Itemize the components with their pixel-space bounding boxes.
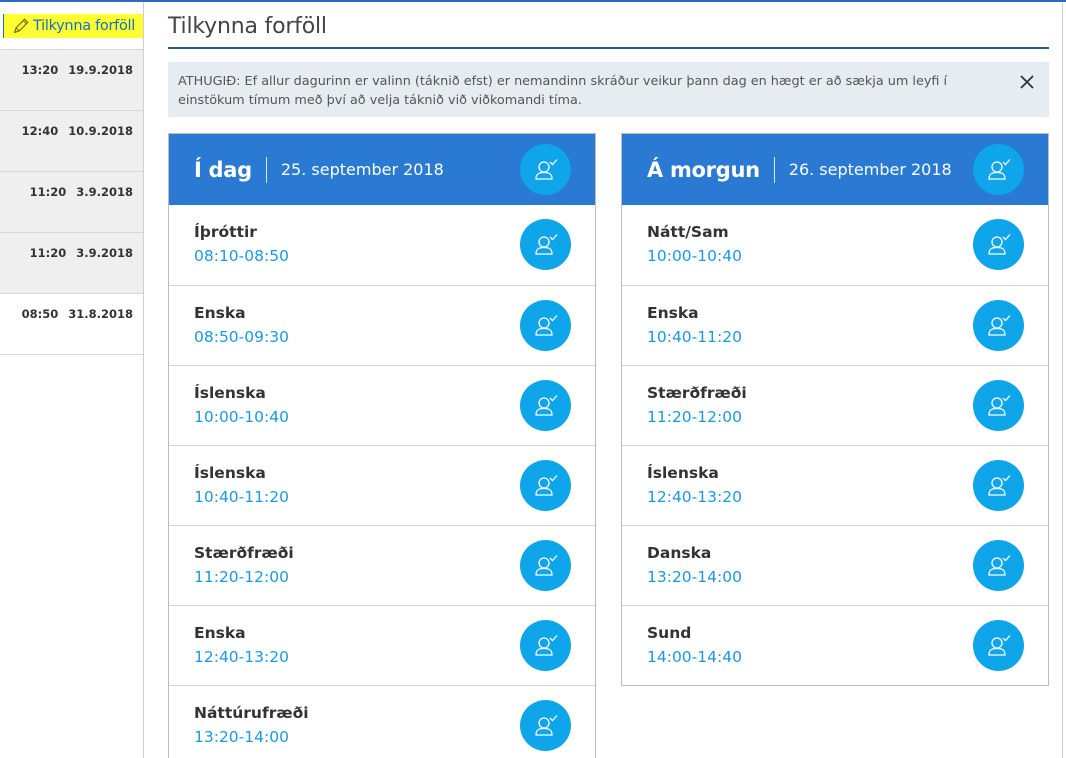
lesson-row: Enska 08:50-09:30: [169, 285, 595, 365]
report-absence-label: Tilkynna forföll: [33, 18, 135, 34]
tomorrow-panel: Á morgun 26. september 2018 Nátt/Sam 10:…: [621, 133, 1049, 686]
history-time: 11:20: [29, 185, 67, 199]
user-check-icon: [987, 554, 1010, 576]
history-date: 19.9.2018: [68, 63, 133, 77]
history-time: 08:50: [21, 307, 59, 321]
lesson-row: Íslenska 12:40-13:20: [622, 445, 1048, 525]
history-item[interactable]: 11:20 3.9.2018: [0, 233, 143, 294]
user-check-icon: [987, 634, 1010, 656]
select-lesson-button[interactable]: [520, 620, 571, 671]
lesson-row: Sund 14:00-14:40: [622, 605, 1048, 685]
page: Tilkynna forföll 13:20 19.9.2018 12:40 10.…: [0, 0, 1066, 758]
select-lesson-button[interactable]: [973, 540, 1024, 591]
lesson-row: Enska 12:40-13:20: [169, 605, 595, 685]
today-day-label: Í dag: [194, 157, 252, 182]
header-separator: [265, 156, 267, 183]
select-lesson-button[interactable]: [520, 700, 571, 751]
right-border: [1062, 2, 1063, 758]
lesson-row: Stærðfræði 11:20-12:00: [622, 365, 1048, 445]
tomorrow-day-label: Á morgun: [647, 157, 760, 182]
lesson-row: Íþróttir 08:10-08:50: [169, 205, 595, 285]
user-check-icon: [987, 394, 1010, 416]
select-whole-day-button[interactable]: [973, 144, 1024, 195]
history-date: 3.9.2018: [76, 246, 133, 260]
header-separator: [773, 156, 775, 183]
lesson-row: Enska 10:40-11:20: [622, 285, 1048, 365]
lesson-row: Náttúrufræði 13:20-14:00: [169, 685, 595, 758]
history-date: 31.8.2018: [68, 307, 133, 321]
user-check-icon: [534, 714, 557, 736]
user-check-icon: [534, 158, 557, 180]
history-item[interactable]: 08:50 31.8.2018: [0, 294, 143, 355]
user-check-icon: [534, 474, 557, 496]
lesson-row: Stærðfræði 11:20-12:00: [169, 525, 595, 605]
sidebar: Tilkynna forföll 13:20 19.9.2018 12:40 10.…: [0, 2, 144, 758]
history-item[interactable]: 13:20 19.9.2018: [0, 50, 143, 111]
lesson-row: Nátt/Sam 10:00-10:40: [622, 205, 1048, 285]
pencil-icon: [13, 18, 29, 34]
user-check-icon: [534, 554, 557, 576]
tomorrow-date: 26. september 2018: [788, 160, 952, 179]
history-date: 10.9.2018: [68, 124, 133, 138]
user-check-icon: [987, 314, 1010, 336]
user-check-icon: [987, 233, 1010, 255]
user-check-icon: [534, 634, 557, 656]
user-check-icon: [987, 158, 1010, 180]
select-lesson-button[interactable]: [520, 460, 571, 511]
history-item[interactable]: 11:20 3.9.2018: [0, 172, 143, 233]
user-check-icon: [534, 233, 557, 255]
select-lesson-button[interactable]: [973, 380, 1024, 431]
notice-box: ATHUGIÐ: Ef allur dagurinn er valinn (tá…: [168, 62, 1049, 117]
user-check-icon: [534, 394, 557, 416]
select-lesson-button[interactable]: [973, 620, 1024, 671]
select-lesson-button[interactable]: [973, 460, 1024, 511]
today-panel: Í dag 25. september 2018 Íþróttir 08:10-…: [168, 133, 596, 758]
select-lesson-button[interactable]: [520, 380, 571, 431]
notice-text: ATHUGIÐ: Ef allur dagurinn er valinn (tá…: [178, 74, 948, 108]
select-lesson-button[interactable]: [520, 540, 571, 591]
history-date: 3.9.2018: [76, 185, 133, 199]
today-date: 25. september 2018: [280, 160, 444, 179]
select-lesson-button[interactable]: [973, 300, 1024, 351]
history-time: 12:40: [21, 124, 59, 138]
title-divider: [168, 47, 1049, 49]
page-title: Tilkynna forföll: [168, 14, 327, 39]
history-item[interactable]: 12:40 10.9.2018: [0, 111, 143, 172]
user-check-icon: [987, 474, 1010, 496]
history-time: 13:20: [21, 63, 59, 77]
lesson-row: Danska 13:20-14:00: [622, 525, 1048, 605]
report-absence-link[interactable]: Tilkynna forföll: [3, 14, 143, 38]
user-check-icon: [534, 314, 557, 336]
today-header: Í dag 25. september 2018: [169, 134, 595, 205]
history-time: 11:20: [29, 246, 67, 260]
select-lesson-button[interactable]: [520, 300, 571, 351]
tomorrow-header: Á morgun 26. september 2018: [622, 134, 1048, 205]
lesson-row: Íslenska 10:40-11:20: [169, 445, 595, 525]
lesson-row: Íslenska 10:00-10:40: [169, 365, 595, 445]
close-icon[interactable]: [1017, 72, 1037, 92]
absence-history-list: 13:20 19.9.2018 12:40 10.9.2018 11:20 3.9.2…: [0, 49, 143, 355]
select-whole-day-button[interactable]: [520, 144, 571, 195]
select-lesson-button[interactable]: [520, 219, 571, 270]
select-lesson-button[interactable]: [973, 219, 1024, 270]
